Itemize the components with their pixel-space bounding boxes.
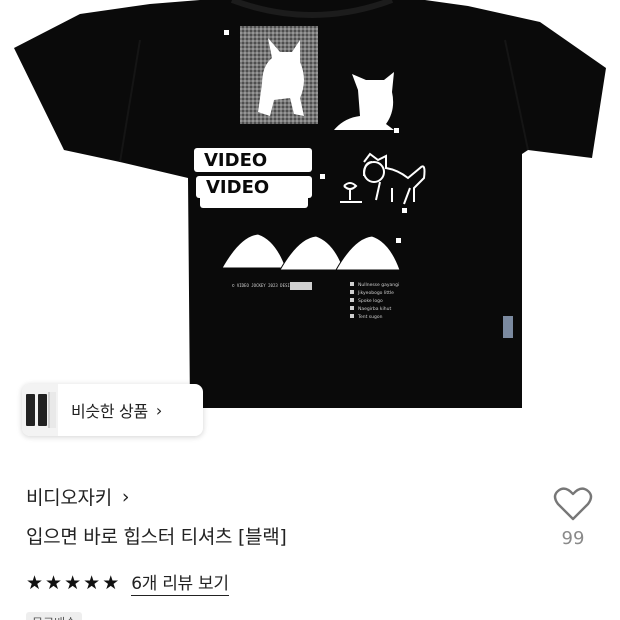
heart-outline-icon bbox=[553, 487, 593, 521]
svg-text:VIDEO: VIDEO bbox=[204, 150, 267, 171]
similar-products-thumbnail bbox=[22, 384, 58, 436]
product-title: 입으면 바로 힙스터 티셔츠 [블랙] bbox=[26, 526, 287, 548]
chevron-right-icon: › bbox=[155, 400, 163, 420]
rating-stars: ★ ★ ★ ★ ★ bbox=[26, 573, 119, 593]
star-filled-icon: ★ bbox=[26, 571, 44, 594]
star-filled-icon: ★ bbox=[102, 571, 120, 594]
brand-link[interactable]: 비디오자키 › bbox=[26, 483, 130, 510]
rating-row: ★ ★ ★ ★ ★ 6개 리뷰 보기 bbox=[26, 569, 229, 596]
star-filled-icon: ★ bbox=[83, 571, 101, 594]
star-filled-icon: ★ bbox=[64, 571, 82, 594]
garment-tag bbox=[503, 316, 513, 338]
review-link[interactable]: 6개 리뷰 보기 bbox=[131, 569, 229, 596]
svg-text:VIDEO: VIDEO bbox=[206, 177, 269, 198]
svg-text:Naegirba kihut: Naegirba kihut bbox=[358, 306, 391, 312]
svg-text:Tent sugon: Tent sugon bbox=[357, 314, 383, 320]
similar-products-label: 비슷한 상품 bbox=[71, 402, 148, 421]
shipping-badge: 무료배송 bbox=[26, 612, 83, 620]
like-count: 99 bbox=[561, 528, 585, 549]
similar-products-button[interactable]: 비슷한 상품 › bbox=[22, 384, 203, 436]
svg-text:Nullnesse gayangi: Nullnesse gayangi bbox=[358, 282, 399, 288]
svg-text:Spoke logo: Spoke logo bbox=[358, 298, 383, 304]
svg-text:Jikyeobogo little: Jikyeobogo little bbox=[357, 290, 394, 296]
chevron-right-icon: › bbox=[121, 485, 130, 508]
brand-name: 비디오자키 bbox=[26, 487, 112, 509]
star-filled-icon: ★ bbox=[45, 571, 63, 594]
like-button[interactable]: 99 bbox=[550, 486, 596, 549]
